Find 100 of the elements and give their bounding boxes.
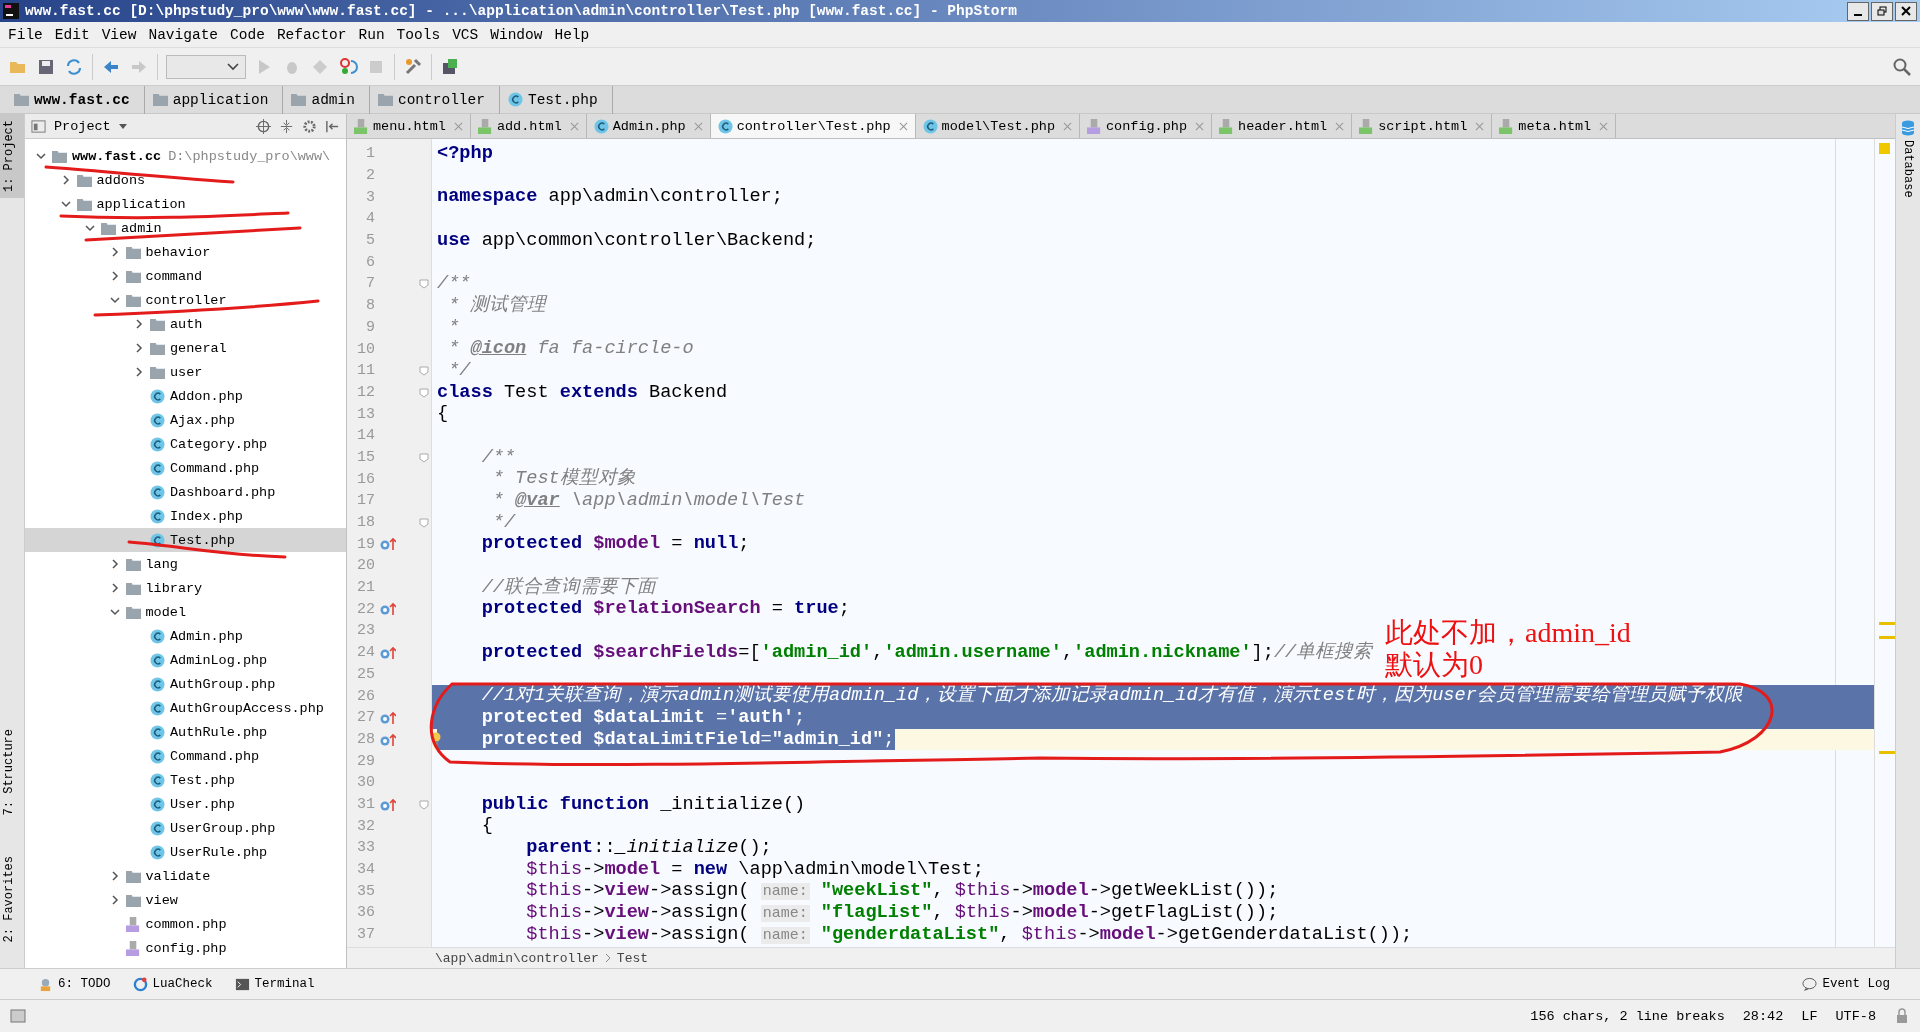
- tree-item[interactable]: Index.php: [150, 508, 243, 524]
- close-icon[interactable]: [1063, 121, 1072, 131]
- menu-item[interactable]: Tools: [390, 26, 447, 43]
- override-marker-icon[interactable]: [380, 645, 396, 660]
- tree-item[interactable]: Addon.php: [150, 388, 243, 404]
- tree-item[interactable]: AuthRule.php: [150, 724, 268, 740]
- minimize-button[interactable]: [1847, 1, 1869, 21]
- settings-icon[interactable]: [302, 118, 317, 134]
- tool-window-tab[interactable]: 2: Favorites: [0, 849, 24, 948]
- tree-item[interactable]: controller: [125, 292, 227, 308]
- editor-tab[interactable]: meta.html: [1492, 114, 1617, 138]
- tree-item[interactable]: model: [125, 604, 186, 620]
- close-button[interactable]: [1895, 1, 1917, 21]
- editor-tab[interactable]: model\Test.php: [915, 114, 1080, 138]
- expanded-chevron-icon[interactable]: [108, 294, 121, 306]
- tree-item[interactable]: application: [76, 196, 186, 212]
- reload-icon[interactable]: [338, 56, 358, 77]
- menu-item[interactable]: Code: [224, 26, 271, 43]
- tree-item[interactable]: behavior: [125, 244, 211, 260]
- fold-marker-icon[interactable]: [419, 365, 429, 376]
- tree-item[interactable]: addons: [76, 172, 146, 188]
- menu-item[interactable]: Run: [352, 26, 391, 43]
- menu-item[interactable]: Window: [484, 26, 549, 43]
- tree-item[interactable]: command: [125, 268, 203, 284]
- tree-item[interactable]: AuthGroupAccess.php: [150, 700, 324, 716]
- collapse-all-icon[interactable]: [279, 118, 294, 134]
- breadcrumb-item[interactable]: admin: [287, 85, 370, 114]
- collapsed-chevron-icon[interactable]: [133, 342, 145, 354]
- override-marker-icon[interactable]: [380, 732, 396, 747]
- fold-marker-icon[interactable]: [419, 452, 429, 463]
- tree-item[interactable]: config.php: [125, 940, 227, 956]
- expanded-chevron-icon[interactable]: [84, 222, 96, 234]
- close-icon[interactable]: [693, 121, 703, 131]
- tree-item[interactable]: Category.php: [150, 436, 268, 452]
- editor-tab[interactable]: menu.html: [347, 114, 471, 138]
- hide-panel-icon[interactable]: [325, 118, 340, 134]
- fold-marker-icon[interactable]: [419, 279, 429, 290]
- menu-item[interactable]: Edit: [48, 26, 96, 43]
- tree-item[interactable]: lang: [125, 556, 178, 572]
- tree-item[interactable]: UserGroup.php: [150, 820, 276, 836]
- breadcrumb-item[interactable]: \app\admin\controller: [435, 950, 599, 966]
- tree-item[interactable]: UserRule.php: [150, 844, 268, 860]
- tree-item[interactable]: validate: [125, 868, 211, 884]
- panel-toggle-icon[interactable]: [10, 1008, 26, 1024]
- tree-item[interactable]: Dashboard.php: [150, 484, 276, 500]
- database-icon[interactable]: [1901, 120, 1915, 136]
- collapsed-chevron-icon[interactable]: [133, 318, 145, 330]
- menu-item[interactable]: Refactor: [270, 26, 353, 43]
- tree-item[interactable]: common.php: [125, 916, 227, 932]
- breadcrumb-item[interactable]: www.fast.cc: [10, 85, 145, 114]
- breadcrumb-item[interactable]: controller: [373, 85, 500, 114]
- menu-item[interactable]: Navigate: [142, 26, 225, 43]
- fold-marker-icon[interactable]: [419, 799, 429, 810]
- fold-marker-icon[interactable]: [419, 387, 429, 398]
- tree-item[interactable]: Ajax.php: [150, 412, 235, 428]
- close-icon[interactable]: [898, 121, 908, 131]
- tree-item[interactable]: Command.php: [150, 748, 260, 764]
- locate-icon[interactable]: [256, 118, 271, 134]
- menu-item[interactable]: Help: [548, 26, 596, 43]
- fold-marker-icon[interactable]: [419, 517, 429, 528]
- sync-icon[interactable]: [64, 56, 84, 77]
- menu-item[interactable]: VCS: [446, 26, 485, 43]
- tool-window-tab[interactable]: Database: [1901, 140, 1915, 198]
- warning-marker-icon[interactable]: [1879, 143, 1890, 154]
- breadcrumb-item[interactable]: application: [148, 85, 284, 114]
- editor-tab[interactable]: add.html: [470, 114, 587, 138]
- tool-window-button[interactable]: Terminal: [234, 976, 315, 992]
- tree-item[interactable]: Command.php: [150, 460, 260, 476]
- close-icon[interactable]: [569, 121, 579, 131]
- tree-item[interactable]: Admin.php: [150, 628, 243, 644]
- tree-item[interactable]: www.fast.cc: [52, 148, 162, 164]
- editor-tab[interactable]: header.html: [1212, 114, 1353, 138]
- expanded-chevron-icon[interactable]: [35, 150, 47, 162]
- override-marker-icon[interactable]: [380, 602, 396, 617]
- lock-icon[interactable]: [1894, 1008, 1910, 1024]
- editor-tab[interactable]: config.php: [1080, 114, 1213, 138]
- tool-window-tab[interactable]: 7: Structure: [0, 723, 24, 822]
- close-icon[interactable]: [453, 121, 463, 131]
- collapsed-chevron-icon[interactable]: [133, 366, 145, 378]
- caret-position[interactable]: 28:42: [1742, 1008, 1784, 1024]
- file-encoding[interactable]: UTF-8: [1835, 1008, 1876, 1024]
- tree-item[interactable]: AuthGroup.php: [150, 676, 276, 692]
- close-icon[interactable]: [1599, 121, 1609, 131]
- tree-item[interactable]: view: [125, 892, 178, 908]
- tree-item[interactable]: user: [150, 364, 203, 380]
- tool-window-button[interactable]: 6: TODO: [38, 976, 111, 992]
- expanded-chevron-icon[interactable]: [59, 198, 72, 210]
- close-icon[interactable]: [1335, 121, 1345, 131]
- override-marker-icon[interactable]: [380, 537, 396, 552]
- search-icon[interactable]: [1892, 56, 1912, 77]
- database-save-icon[interactable]: [440, 56, 460, 77]
- close-icon[interactable]: [1195, 121, 1205, 131]
- tree-item[interactable]: AdminLog.php: [150, 652, 268, 668]
- editor-tab[interactable]: controller\Test.php: [710, 114, 916, 138]
- tree-item[interactable]: admin: [101, 220, 162, 236]
- menu-item[interactable]: File: [2, 26, 49, 43]
- tool-window-tab[interactable]: 1: Project: [0, 114, 24, 198]
- line-separator[interactable]: LF: [1801, 1008, 1818, 1024]
- tool-window-button[interactable]: LuaCheck: [132, 976, 213, 992]
- tree-item[interactable]: auth: [150, 316, 203, 332]
